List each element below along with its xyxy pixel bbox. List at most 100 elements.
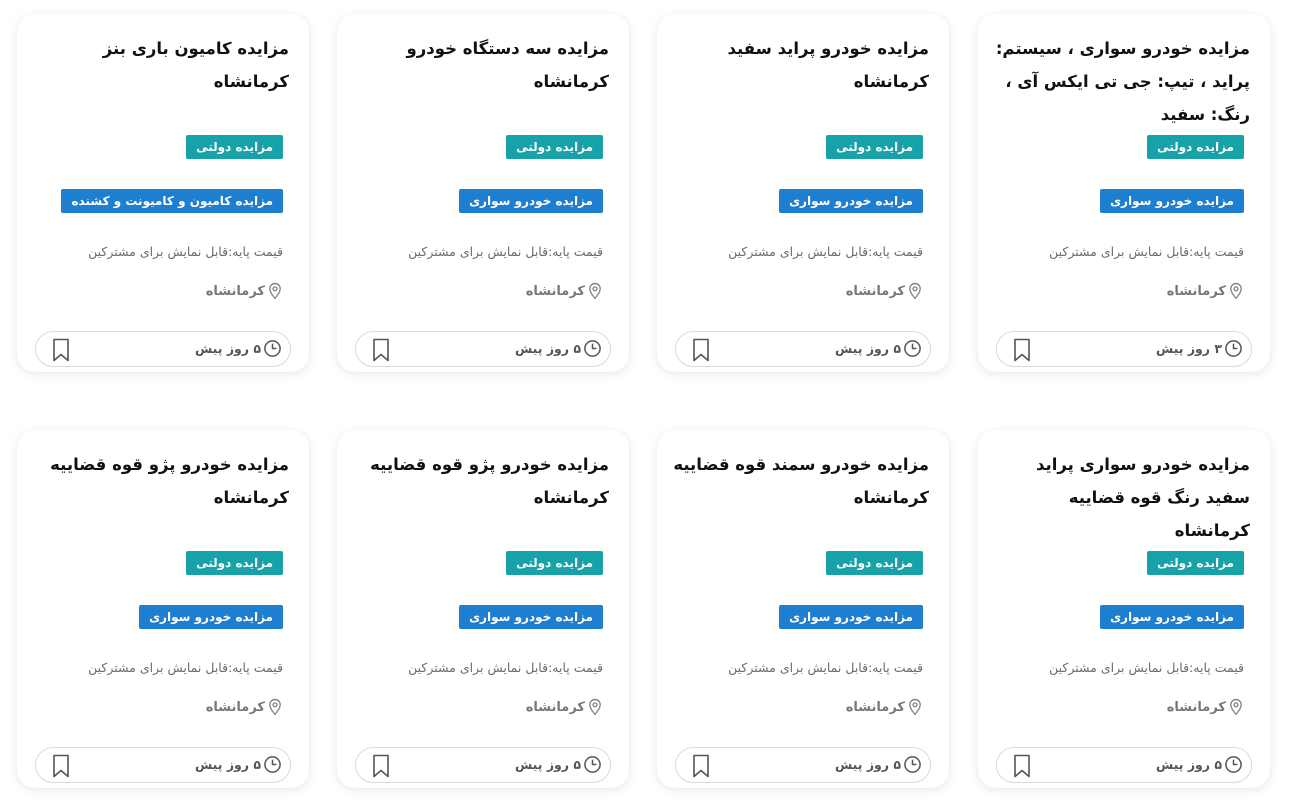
card-title[interactable]: مزایده کامیون باری بنز کرمانشاه	[33, 32, 289, 98]
tag-category[interactable]: مزایده خودرو سواری	[139, 605, 283, 629]
location-label: کرمانشاه	[205, 283, 265, 299]
base-price: قیمت پایه:قابل نمایش برای مشترکین	[1049, 660, 1244, 675]
card-footer: ۵ روز پیش	[355, 331, 611, 367]
posted-time-label: ۵ روز پیش	[835, 757, 901, 772]
base-price: قیمت پایه:قابل نمایش برای مشترکین	[728, 660, 923, 675]
posted-time-label: ۵ روز پیش	[515, 341, 581, 356]
location-pin-icon	[589, 698, 601, 716]
bookmark-icon[interactable]	[372, 754, 390, 778]
card-footer: ۳ روز پیش	[996, 331, 1252, 367]
posted-time: ۵ روز پیش	[835, 755, 922, 774]
posted-time: ۵ روز پیش	[515, 339, 602, 358]
tag-government[interactable]: مزایده دولتی	[826, 551, 923, 575]
clock-icon	[1225, 756, 1242, 773]
card-title[interactable]: مزایده خودرو سواری ، سیستم: پراید ، تیپ:…	[994, 32, 1250, 131]
auction-grid: مزایده خودرو سواری ، سیستم: پراید ، تیپ:…	[0, 0, 1297, 807]
base-price: قیمت پایه:قابل نمایش برای مشترکین	[408, 660, 603, 675]
tag-government[interactable]: مزایده دولتی	[1147, 551, 1244, 575]
tag-category[interactable]: مزایده کامیون و کامیونت و کشنده	[61, 189, 283, 213]
card-footer: ۵ روز پیش	[675, 747, 931, 783]
tag-government[interactable]: مزایده دولتی	[506, 551, 603, 575]
location: کرمانشاه	[1167, 282, 1244, 300]
posted-time-label: ۳ روز پیش	[1156, 341, 1222, 356]
card-title[interactable]: مزایده خودرو سواری پراید سفید رنگ قوه قض…	[994, 448, 1250, 547]
posted-time-label: ۵ روز پیش	[1156, 757, 1222, 772]
tag-category[interactable]: مزایده خودرو سواری	[459, 605, 603, 629]
posted-time-label: ۵ روز پیش	[835, 341, 901, 356]
location: کرمانشاه	[206, 282, 283, 300]
auction-card[interactable]: مزایده سه دستگاه خودرو کرمانشاه مزایده د…	[337, 14, 629, 372]
auction-card[interactable]: مزایده خودرو سواری پراید سفید رنگ قوه قض…	[978, 430, 1270, 788]
auction-card[interactable]: مزایده خودرو سواری ، سیستم: پراید ، تیپ:…	[978, 14, 1270, 372]
location-label: کرمانشاه	[1166, 283, 1226, 299]
base-price: قیمت پایه:قابل نمایش برای مشترکین	[728, 244, 923, 259]
location-pin-icon	[269, 698, 281, 716]
tag-category[interactable]: مزایده خودرو سواری	[1100, 189, 1244, 213]
bookmark-icon[interactable]	[52, 338, 70, 362]
tag-category[interactable]: مزایده خودرو سواری	[459, 189, 603, 213]
clock-icon	[264, 756, 281, 773]
location-pin-icon	[909, 698, 921, 716]
auction-card[interactable]: مزایده خودرو پژو قوه قضاییه کرمانشاه مزا…	[337, 430, 629, 788]
location-pin-icon	[589, 282, 601, 300]
clock-icon	[904, 756, 921, 773]
clock-icon	[904, 340, 921, 357]
auction-card[interactable]: مزایده خودرو سمند قوه قضاییه کرمانشاه مز…	[657, 430, 949, 788]
card-footer: ۵ روز پیش	[35, 331, 291, 367]
location: کرمانشاه	[526, 282, 603, 300]
posted-time: ۵ روز پیش	[1156, 755, 1243, 774]
location-pin-icon	[909, 282, 921, 300]
location: کرمانشاه	[1167, 698, 1244, 716]
card-footer: ۵ روز پیش	[35, 747, 291, 783]
bookmark-icon[interactable]	[692, 338, 710, 362]
auction-card[interactable]: مزایده کامیون باری بنز کرمانشاه مزایده د…	[17, 14, 309, 372]
tag-government[interactable]: مزایده دولتی	[506, 135, 603, 159]
auction-card[interactable]: مزایده خودرو پراید سفید کرمانشاه مزایده …	[657, 14, 949, 372]
base-price: قیمت پایه:قابل نمایش برای مشترکین	[88, 244, 283, 259]
card-footer: ۵ روز پیش	[355, 747, 611, 783]
location-label: کرمانشاه	[205, 699, 265, 715]
posted-time-label: ۵ روز پیش	[515, 757, 581, 772]
location-pin-icon	[269, 282, 281, 300]
clock-icon	[584, 756, 601, 773]
auction-card[interactable]: مزایده خودرو پژو قوه قضاییه کرمانشاه مزا…	[17, 430, 309, 788]
bookmark-icon[interactable]	[692, 754, 710, 778]
clock-icon	[584, 340, 601, 357]
posted-time-label: ۵ روز پیش	[195, 341, 261, 356]
bookmark-icon[interactable]	[52, 754, 70, 778]
posted-time: ۵ روز پیش	[835, 339, 922, 358]
location-pin-icon	[1230, 698, 1242, 716]
tag-government[interactable]: مزایده دولتی	[186, 135, 283, 159]
tag-category[interactable]: مزایده خودرو سواری	[779, 605, 923, 629]
card-title[interactable]: مزایده خودرو پژو قوه قضاییه کرمانشاه	[33, 448, 289, 514]
tag-government[interactable]: مزایده دولتی	[826, 135, 923, 159]
posted-time: ۵ روز پیش	[195, 755, 282, 774]
posted-time-label: ۵ روز پیش	[195, 757, 261, 772]
card-title[interactable]: مزایده خودرو پژو قوه قضاییه کرمانشاه	[353, 448, 609, 514]
location-label: کرمانشاه	[1166, 699, 1226, 715]
card-footer: ۵ روز پیش	[675, 331, 931, 367]
location-label: کرمانشاه	[845, 699, 905, 715]
card-footer: ۵ روز پیش	[996, 747, 1252, 783]
tag-government[interactable]: مزایده دولتی	[1147, 135, 1244, 159]
base-price: قیمت پایه:قابل نمایش برای مشترکین	[88, 660, 283, 675]
bookmark-icon[interactable]	[372, 338, 390, 362]
location: کرمانشاه	[526, 698, 603, 716]
card-title[interactable]: مزایده خودرو سمند قوه قضاییه کرمانشاه	[673, 448, 929, 514]
tag-government[interactable]: مزایده دولتی	[186, 551, 283, 575]
base-price: قیمت پایه:قابل نمایش برای مشترکین	[1049, 244, 1244, 259]
location: کرمانشاه	[206, 698, 283, 716]
base-price: قیمت پایه:قابل نمایش برای مشترکین	[408, 244, 603, 259]
clock-icon	[1225, 340, 1242, 357]
bookmark-icon[interactable]	[1013, 338, 1031, 362]
bookmark-icon[interactable]	[1013, 754, 1031, 778]
tag-category[interactable]: مزایده خودرو سواری	[779, 189, 923, 213]
location-label: کرمانشاه	[525, 699, 585, 715]
card-title[interactable]: مزایده خودرو پراید سفید کرمانشاه	[673, 32, 929, 98]
location-label: کرمانشاه	[525, 283, 585, 299]
location: کرمانشاه	[846, 282, 923, 300]
tag-category[interactable]: مزایده خودرو سواری	[1100, 605, 1244, 629]
posted-time: ۵ روز پیش	[515, 755, 602, 774]
posted-time: ۳ روز پیش	[1156, 339, 1243, 358]
card-title[interactable]: مزایده سه دستگاه خودرو کرمانشاه	[353, 32, 610, 98]
